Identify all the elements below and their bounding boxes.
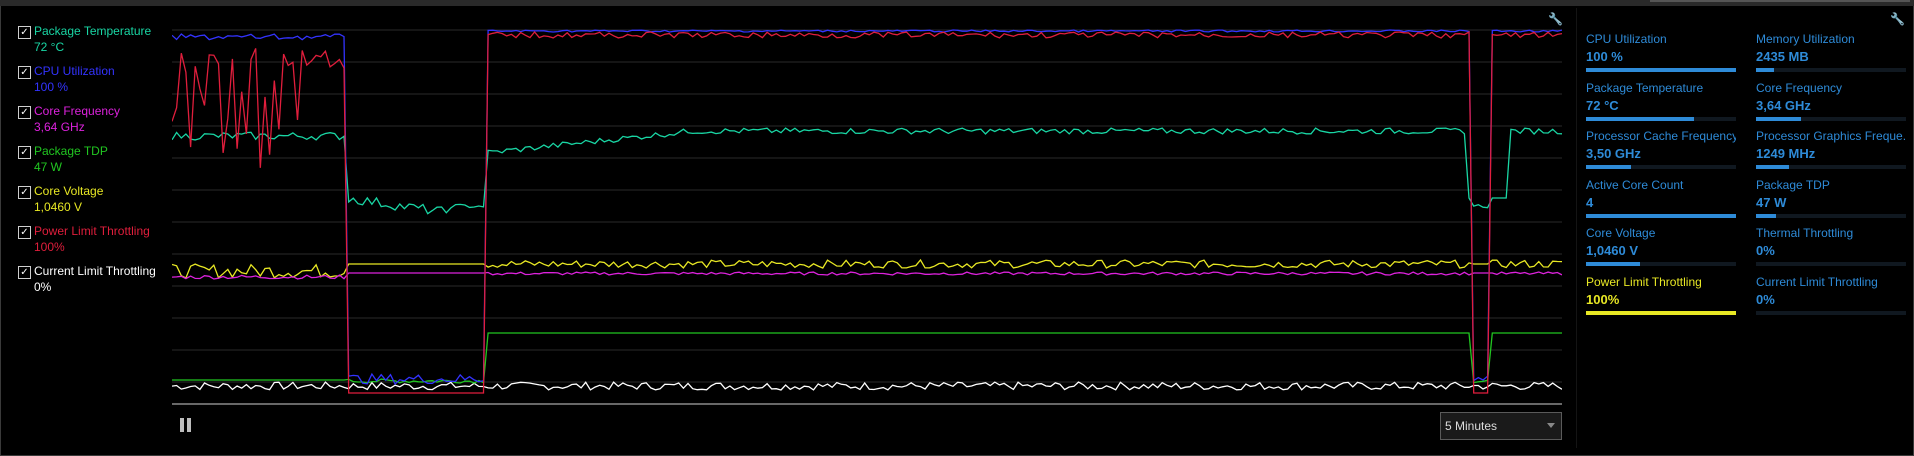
stat-active-core-count: Active Core Count 4	[1586, 178, 1736, 218]
panel-wrench-icon[interactable]: 🔧	[1890, 12, 1905, 26]
stat-value: 3,50 GHz	[1586, 146, 1641, 161]
stat-value: 47 W	[1756, 195, 1787, 210]
stat-label: Thermal Throttling	[1756, 226, 1854, 240]
checkbox-core-frequency[interactable]: ✓	[18, 106, 31, 119]
stat-bar	[1586, 214, 1736, 218]
stat-value: 0%	[1756, 292, 1775, 307]
checkbox-current-limit-throttling[interactable]: ✓	[18, 266, 31, 279]
stat-cpu-utilization: CPU Utilization 100 %	[1586, 32, 1736, 72]
stat-value: 0%	[1756, 243, 1775, 258]
stat-bar	[1586, 262, 1736, 266]
stat-label: Memory Utilization	[1756, 32, 1855, 46]
stat-core-voltage: Core Voltage 1,0460 V	[1586, 226, 1736, 266]
stat-value: 4	[1586, 195, 1594, 210]
stat-value: 1249 MHz	[1756, 146, 1816, 161]
stat-label: Active Core Count	[1586, 178, 1684, 192]
stat-package-tdp: Package TDP 47 W	[1756, 178, 1906, 218]
legend-item-power-limit-throttling[interactable]: ✓ Power Limit Throttling 100%	[18, 224, 168, 264]
legend-item-core-voltage[interactable]: ✓ Core Voltage 1,0460 V	[18, 184, 168, 224]
legend-label: Core Frequency	[34, 104, 121, 118]
legend-item-cpu-utilization[interactable]: ✓ CPU Utilization 100 %	[18, 64, 168, 104]
core-voltage-line	[172, 258, 1562, 279]
stat-label: Current Limit Throttling	[1756, 275, 1878, 289]
title-bar	[0, 0, 1914, 6]
stat-bar	[1586, 311, 1736, 315]
stat-memory-utilization: Memory Utilization 2435 MB	[1756, 32, 1906, 72]
checkbox-core-voltage[interactable]: ✓	[18, 186, 31, 199]
panel-divider	[1576, 8, 1577, 448]
stat-power-limit-throttling: Power Limit Throttling 100%	[1586, 275, 1736, 315]
legend-value: 1,0460 V	[34, 200, 83, 214]
chevron-down-icon	[1547, 423, 1555, 428]
legend-value: 100%	[34, 240, 65, 254]
stat-current-limit-throttling: Current Limit Throttling 0%	[1756, 275, 1906, 315]
stat-package-temperature: Package Temperature 72 °C	[1586, 81, 1736, 121]
stat-label: Core Voltage	[1586, 226, 1656, 240]
stat-core-frequency: Core Frequency 3,64 GHz	[1756, 81, 1906, 121]
legend-value: 47 W	[34, 160, 63, 174]
stat-label: Package TDP	[1756, 178, 1830, 192]
legend-label: Package Temperature	[34, 24, 152, 38]
legend-label: Core Voltage	[34, 184, 104, 198]
wrench-icon[interactable]: 🔧	[1548, 12, 1563, 26]
pause-icon	[180, 418, 184, 432]
cpu-utilization-line	[172, 29, 1562, 386]
package-temperature-line	[172, 127, 1562, 215]
pause-button[interactable]	[180, 418, 192, 432]
core-frequency-line	[172, 271, 1562, 280]
stat-thermal-throttling: Thermal Throttling 0%	[1756, 226, 1906, 266]
checkbox-package-tdp[interactable]: ✓	[18, 146, 31, 159]
stat-label: Power Limit Throttling	[1586, 275, 1702, 289]
time-range-select[interactable]: 5 Minutes	[1440, 412, 1562, 440]
stat-value: 2435 MB	[1756, 49, 1809, 64]
stat-bar	[1756, 262, 1906, 266]
time-range-value: 5 Minutes	[1445, 419, 1498, 433]
stat-bar	[1586, 165, 1736, 169]
checkbox-package-temperature[interactable]: ✓	[18, 26, 31, 39]
legend-item-package-temperature[interactable]: ✓ Package Temperature 72 °C	[18, 24, 168, 64]
stat-value: 3,64 GHz	[1756, 98, 1811, 113]
series-legend: ✓ Package Temperature 72 °C ✓ CPU Utiliz…	[18, 24, 168, 304]
stat-label: Processor Cache Frequency	[1586, 129, 1736, 143]
realtime-graph	[172, 29, 1562, 405]
legend-label: CPU Utilization	[34, 64, 115, 78]
stat-value: 100%	[1586, 292, 1620, 307]
legend-value: 0%	[34, 280, 52, 294]
legend-item-package-tdp[interactable]: ✓ Package TDP 47 W	[18, 144, 168, 184]
stat-value: 1,0460 V	[1586, 243, 1639, 258]
stat-bar	[1756, 214, 1906, 218]
stat-processor-graphics-freque: Processor Graphics Freque... 1249 MHz	[1756, 129, 1906, 169]
legend-label: Package TDP	[34, 144, 108, 158]
legend-value: 3,64 GHz	[34, 120, 85, 134]
stat-bar	[1586, 117, 1736, 121]
stat-bar	[1756, 117, 1906, 121]
stat-bar	[1756, 311, 1906, 315]
stat-bar	[1756, 68, 1906, 72]
stat-label: Processor Graphics Freque...	[1756, 129, 1906, 143]
current-limit-line	[172, 381, 1562, 391]
legend-value: 100 %	[34, 80, 69, 94]
legend-item-current-limit-throttling[interactable]: ✓ Current Limit Throttling 0%	[18, 264, 168, 304]
stat-label: CPU Utilization	[1586, 32, 1667, 46]
stat-bar	[1586, 68, 1736, 72]
legend-item-core-frequency[interactable]: ✓ Core Frequency 3,64 GHz	[18, 104, 168, 144]
legend-label: Power Limit Throttling	[34, 224, 150, 238]
stat-value: 100 %	[1586, 49, 1623, 64]
stat-label: Core Frequency	[1756, 81, 1843, 95]
legend-value: 72 °C	[34, 40, 65, 54]
legend-label: Current Limit Throttling	[34, 264, 156, 278]
checkbox-cpu-utilization[interactable]: ✓	[18, 66, 31, 79]
power-limit-line	[172, 30, 1562, 394]
stat-label: Package Temperature	[1586, 81, 1704, 95]
stat-bar	[1756, 165, 1906, 169]
stat-processor-cache-frequency: Processor Cache Frequency 3,50 GHz	[1586, 129, 1736, 169]
stat-value: 72 °C	[1586, 98, 1619, 113]
checkbox-power-limit-throttling[interactable]: ✓	[18, 226, 31, 239]
